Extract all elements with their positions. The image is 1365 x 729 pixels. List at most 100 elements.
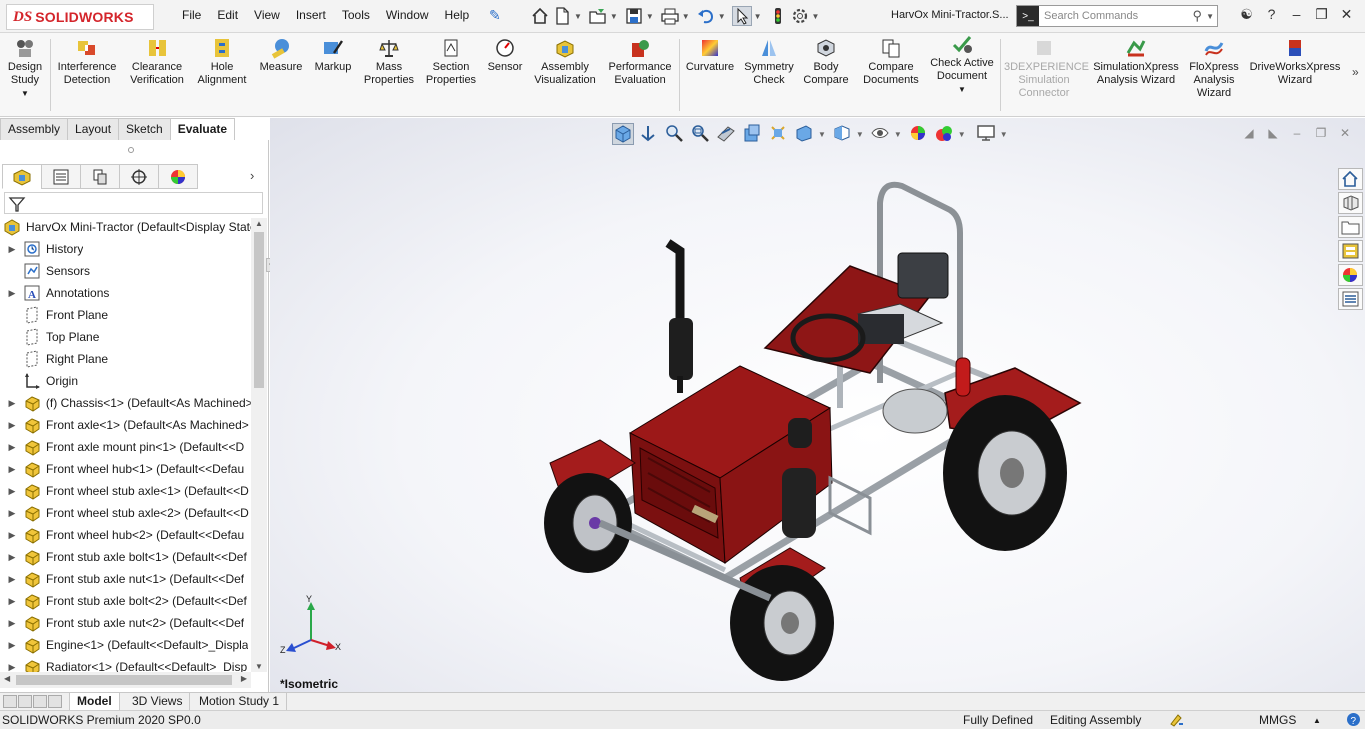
floxpress-button[interactable]: FloXpress Analysis Wizard — [1186, 37, 1242, 100]
help-popup-icon[interactable]: ? — [1346, 712, 1361, 729]
expand-icon[interactable]: ▶ — [6, 596, 18, 607]
tree-item[interactable]: ▶ Front wheel stub axle<2> (Default<<D — [0, 502, 251, 524]
tree-item[interactable]: ▶ Front wheel stub axle<1> (Default<<D — [0, 480, 251, 502]
search-dropdown-icon[interactable]: ▼ — [1206, 12, 1214, 21]
section-properties-button[interactable]: Section Properties — [422, 37, 480, 87]
tree-item[interactable]: Top Plane — [0, 326, 251, 348]
first-tab-icon[interactable] — [3, 695, 17, 708]
expand-icon[interactable]: ▶ — [6, 640, 18, 651]
tree-item[interactable]: ▶ Front stub axle nut<1> (Default<<Def — [0, 568, 251, 590]
assembly-visualization-button[interactable]: Assembly Visualization — [530, 37, 600, 87]
menu-view[interactable]: View — [246, 8, 288, 22]
tree-item[interactable]: ▶ Front axle<1> (Default<As Machined> — [0, 414, 251, 436]
tab-sketch[interactable]: Sketch — [118, 118, 171, 140]
markup-button[interactable]: Markup — [310, 37, 356, 74]
close-icon[interactable]: ✕ — [1334, 6, 1359, 23]
tractor-model[interactable] — [270, 118, 1365, 692]
driveworksxpress-button[interactable]: DriveWorksXpress Wizard — [1246, 37, 1344, 87]
search-icon[interactable]: ⚲ — [1193, 8, 1203, 24]
expand-icon[interactable]: ▶ — [6, 486, 18, 497]
check-document-dropdown-icon[interactable]: ▼ — [928, 83, 996, 96]
panel-grip[interactable] — [128, 147, 134, 153]
curvature-button[interactable]: Curvature — [683, 37, 737, 74]
open-icon[interactable] — [588, 6, 608, 26]
scroll-right-icon[interactable]: ▶ — [241, 674, 247, 683]
search-input[interactable]: Search Commands — [1039, 10, 1193, 22]
scroll-thumb-horizontal[interactable] — [16, 675, 232, 685]
design-study-dropdown-icon[interactable]: ▼ — [4, 87, 46, 100]
rebuild-status-icon[interactable] — [1168, 712, 1184, 729]
pin-menu-icon[interactable]: ✎ — [489, 7, 501, 24]
user-icon[interactable]: ☯ — [1234, 6, 1259, 23]
print-dropdown-icon[interactable]: ▼ — [682, 12, 690, 21]
previous-tab-icon[interactable] — [18, 695, 32, 708]
tree-filter[interactable] — [4, 192, 263, 214]
interference-detection-button[interactable]: Interference Detection — [54, 37, 120, 87]
menu-window[interactable]: Window — [378, 8, 437, 22]
new-dropdown-icon[interactable]: ▼ — [574, 12, 582, 21]
save-icon[interactable] — [624, 6, 644, 26]
restore-icon[interactable]: ❐ — [1309, 6, 1334, 23]
minimize-icon[interactable]: – — [1284, 6, 1309, 23]
expand-icon[interactable]: ▶ — [6, 662, 18, 673]
unit-system[interactable]: MMGS — [1259, 713, 1296, 727]
unit-system-dropdown-icon[interactable]: ▲ — [1313, 716, 1321, 725]
expand-icon[interactable]: ▶ — [6, 530, 18, 541]
expand-icon[interactable]: ▶ — [6, 574, 18, 585]
expand-icon[interactable]: ▶ — [6, 552, 18, 563]
clearance-verification-button[interactable]: Clearance Verification — [126, 37, 188, 87]
scroll-up-icon[interactable]: ▲ — [255, 219, 263, 228]
save-dropdown-icon[interactable]: ▼ — [646, 12, 654, 21]
scroll-thumb[interactable] — [254, 232, 264, 388]
tree-item[interactable]: ▶ Radiator<1> (Default<<Default>_Disp — [0, 656, 251, 672]
options-icon[interactable] — [790, 6, 810, 26]
tree-item[interactable]: ▶ Front stub axle bolt<1> (Default<<Def — [0, 546, 251, 568]
tab-motion-study[interactable]: Motion Study 1 — [192, 693, 288, 711]
tree-item[interactable]: ▶ Front stub axle nut<2> (Default<<Def — [0, 612, 251, 634]
open-dropdown-icon[interactable]: ▼ — [610, 12, 618, 21]
tree-root-item[interactable]: HarvOx Mini-Tractor (Default<Display Sta… — [0, 216, 251, 238]
scroll-down-icon[interactable]: ▼ — [255, 662, 263, 671]
dimxpert-tab[interactable] — [119, 164, 159, 189]
tree-item[interactable]: Right Plane — [0, 348, 251, 370]
tree-item[interactable]: ▶ Front axle mount pin<1> (Default<<D — [0, 436, 251, 458]
tree-item[interactable]: ▶ History — [0, 238, 251, 260]
displaymanager-tab[interactable] — [158, 164, 198, 189]
performance-evaluation-button[interactable]: Performance Evaluation — [604, 37, 676, 87]
hole-alignment-button[interactable]: Hole Alignment — [194, 37, 250, 87]
menu-file[interactable]: File — [174, 8, 209, 22]
compare-documents-button[interactable]: Compare Documents — [855, 35, 927, 93]
rebuild-icon[interactable] — [768, 6, 788, 26]
design-study-button[interactable]: Design Study ▼ — [4, 37, 46, 100]
last-tab-icon[interactable] — [48, 695, 62, 708]
tab-layout[interactable]: Layout — [67, 118, 120, 140]
tab-evaluate[interactable]: Evaluate — [169, 118, 236, 140]
options-dropdown-icon[interactable]: ▼ — [812, 12, 820, 21]
body-compare-button[interactable]: Body Compare — [801, 37, 851, 87]
expand-icon[interactable]: ▶ — [6, 420, 18, 431]
print-icon[interactable] — [660, 6, 680, 26]
tab-model[interactable]: Model — [69, 693, 120, 711]
graphics-area[interactable]: ▼ ▼ ▼ ▼ ▼ ◢ ◣ – ❐ ✕ Y X Z *Isometric — [270, 118, 1365, 692]
expand-icon[interactable]: ▶ — [6, 244, 18, 255]
tree-item[interactable]: Origin — [0, 370, 251, 392]
simulationxpress-button[interactable]: SimulationXpress Analysis Wizard — [1090, 37, 1182, 87]
select-icon[interactable] — [731, 6, 752, 26]
expand-icon[interactable]: ▶ — [6, 508, 18, 519]
mass-properties-button[interactable]: Mass Properties — [362, 37, 416, 87]
manager-tabs-scroll-icon[interactable]: › — [250, 168, 254, 183]
menu-insert[interactable]: Insert — [288, 8, 334, 22]
symmetry-check-button[interactable]: Symmetry Check — [741, 37, 797, 87]
menu-edit[interactable]: Edit — [209, 8, 246, 22]
configurationmanager-tab[interactable] — [80, 164, 120, 189]
tree-item[interactable]: ▶ Engine<1> (Default<<Default>_Displa — [0, 634, 251, 656]
solidworks-logo[interactable]: DS SOLIDWORKS — [6, 4, 154, 30]
sensor-button[interactable]: Sensor — [484, 37, 526, 74]
menu-tools[interactable]: Tools — [334, 8, 378, 22]
tab-assembly[interactable]: Assembly — [0, 118, 69, 140]
expand-icon[interactable]: ▶ — [6, 442, 18, 453]
filter-icon[interactable] — [8, 195, 26, 213]
home-icon[interactable] — [530, 6, 550, 26]
undo-dropdown-icon[interactable]: ▼ — [718, 12, 726, 21]
tree-item[interactable]: ▶ Front wheel hub<2> (Default<<Defau — [0, 524, 251, 546]
